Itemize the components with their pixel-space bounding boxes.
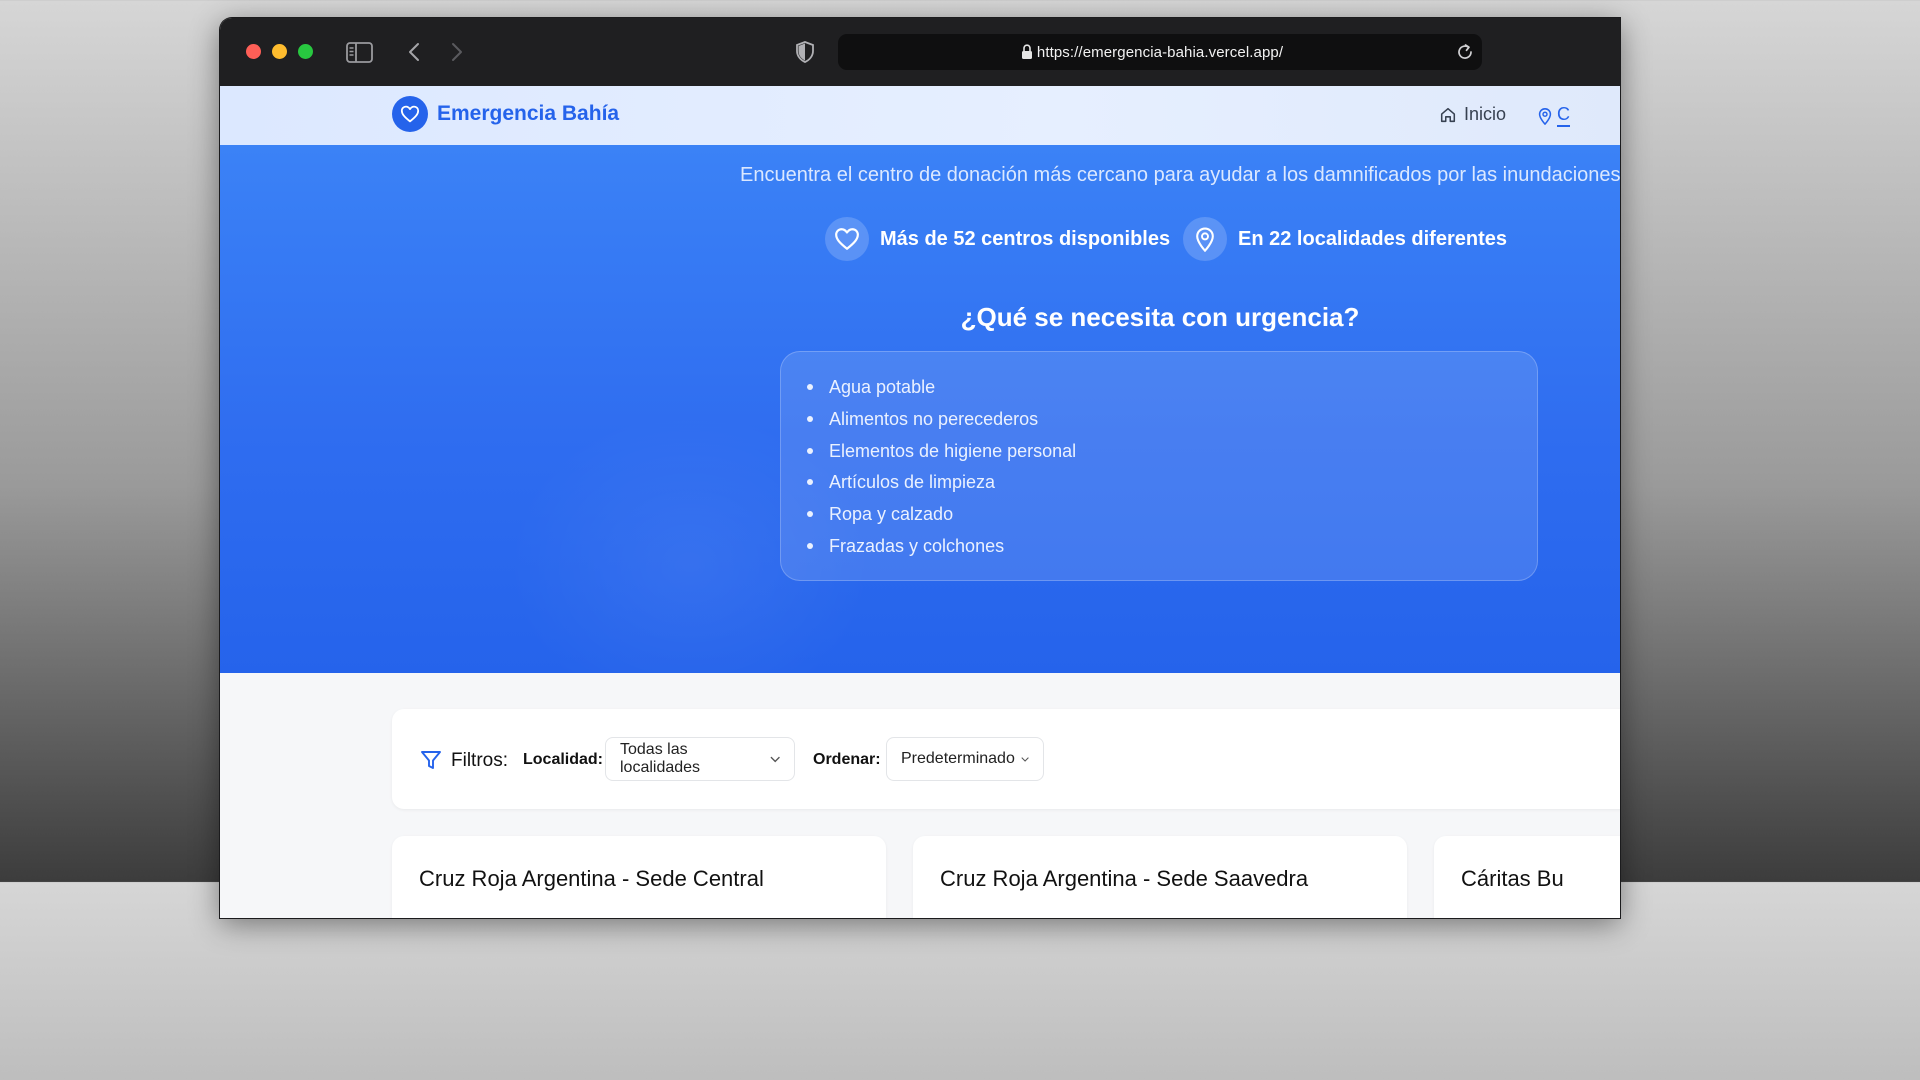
card-title: Cruz Roja Argentina - Sede Central: [419, 866, 764, 891]
zoom-window-button[interactable]: [298, 44, 313, 59]
list-item: Ropa y calzado: [807, 503, 1537, 535]
minimize-window-button[interactable]: [272, 44, 287, 59]
stat-icon-badge: [1183, 217, 1227, 261]
heart-icon: [835, 228, 859, 250]
main-content: Filtros: Localidad: Todas las localidade…: [220, 673, 1620, 918]
nav-link-label: Inicio: [1464, 104, 1507, 124]
list-item: Agua potable: [807, 376, 1537, 408]
hero-subtitle: Encuentra el centro de donación más cerc…: [740, 164, 1620, 186]
list-item: Artículos de limpieza: [807, 471, 1537, 503]
browser-toolbar: https://emergencia-bahia.vercel.app/: [220, 18, 1620, 86]
forward-arrow-icon[interactable]: [450, 42, 464, 62]
card-title: Cruz Roja Argentina - Sede Saavedra: [940, 866, 1309, 891]
stat-icon-badge: [825, 217, 869, 261]
filter-bar: Filtros: Localidad: Todas las localidade…: [392, 709, 1620, 809]
map-pin-icon: [1538, 107, 1552, 125]
stat-label: Más de 52 centros disponibles: [880, 227, 1171, 250]
address-bar[interactable]: https://emergencia-bahia.vercel.app/: [838, 34, 1482, 70]
url-text: https://emergencia-bahia.vercel.app/: [1036, 44, 1284, 61]
nav-link-label: C: [1557, 104, 1570, 127]
heart-icon: [400, 105, 420, 123]
browser-window: https://emergencia-bahia.vercel.app/ Eme…: [220, 18, 1620, 918]
nav-link-centros[interactable]: C: [1537, 104, 1570, 127]
card-title: Cáritas Bu: [1461, 866, 1564, 891]
brand-logo[interactable]: [392, 96, 428, 132]
chevron-down-icon: [770, 756, 780, 762]
reload-icon[interactable]: [1456, 43, 1474, 61]
stat-centers: Más de 52 centros disponibles: [825, 217, 1170, 261]
locality-label: Localidad:: [523, 751, 604, 768]
brand-name[interactable]: Emergencia Bahía: [437, 102, 619, 126]
filters-title: Filtros:: [451, 750, 508, 771]
home-icon: [1440, 107, 1456, 122]
donation-center-card[interactable]: Cáritas Bu: [1434, 836, 1620, 918]
urgent-needs-list: Agua potable Alimentos no perecederos El…: [781, 352, 1537, 567]
chevron-down-icon: [1021, 756, 1029, 762]
sort-selected-value: Predeterminado: [901, 750, 1015, 767]
locality-select[interactable]: Todas las localidades: [605, 737, 795, 781]
urgent-needs-title: ¿Qué se necesita con urgencia?: [960, 302, 1360, 332]
map-pin-icon: [1196, 227, 1214, 252]
donation-center-card[interactable]: Cruz Roja Argentina - Sede Saavedra: [913, 836, 1407, 918]
nav-link-inicio[interactable]: Inicio: [1439, 104, 1506, 125]
list-item: Alimentos no perecederos: [807, 408, 1537, 440]
stat-localities: En 22 localidades diferentes: [1183, 217, 1507, 261]
list-item: Elementos de higiene personal: [807, 440, 1537, 472]
locality-selected-value: Todas las localidades: [620, 741, 701, 776]
back-arrow-icon[interactable]: [407, 42, 421, 62]
sort-select[interactable]: Predeterminado: [886, 737, 1044, 781]
hero-section: Encuentra el centro de donación más cerc…: [220, 145, 1620, 673]
sort-label: Ordenar:: [813, 751, 881, 768]
donation-center-card[interactable]: Cruz Roja Argentina - Sede Central: [392, 836, 886, 918]
list-item: Frazadas y colchones: [807, 535, 1537, 567]
site-navbar: Emergencia Bahía Inicio C: [220, 86, 1620, 145]
sidebar-toggle-icon[interactable]: [346, 42, 373, 63]
filter-icon: [421, 751, 441, 769]
privacy-shield-icon[interactable]: [795, 41, 815, 63]
stat-label: En 22 localidades diferentes: [1238, 227, 1507, 250]
urgent-needs-panel: Agua potable Alimentos no perecederos El…: [780, 351, 1538, 581]
close-window-button[interactable]: [246, 44, 261, 59]
